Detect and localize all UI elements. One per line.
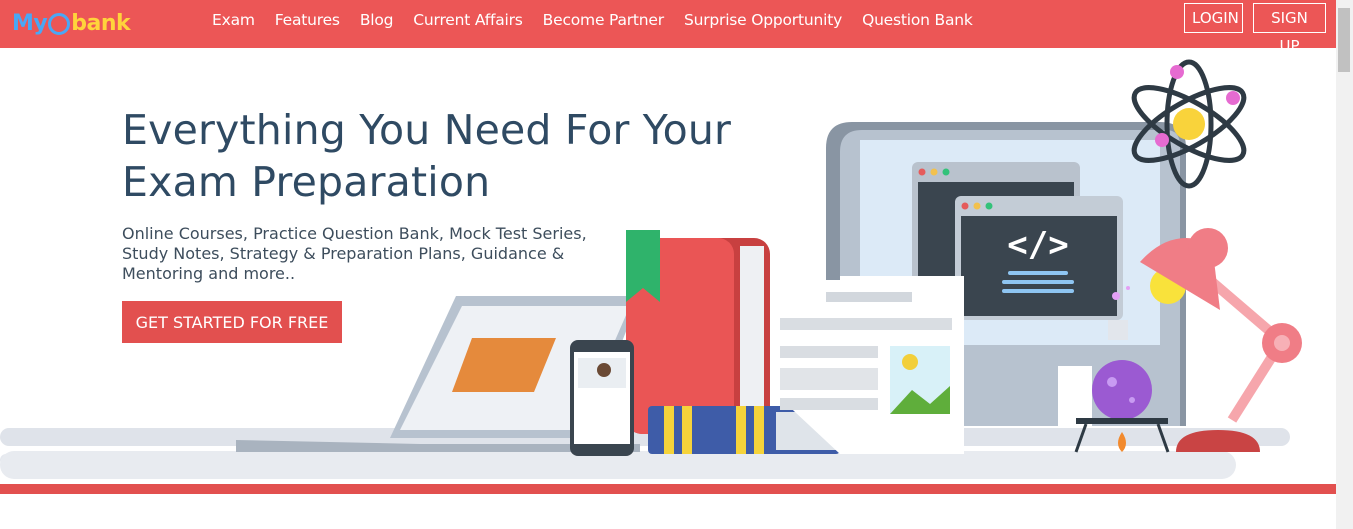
phone-icon: [570, 340, 634, 456]
top-navigation-bar: My bank Exam Features Blog Current Affai…: [0, 0, 1336, 55]
signup-button[interactable]: SIGN UP: [1253, 3, 1326, 55]
nav-link-become-partner[interactable]: Become Partner: [543, 11, 664, 29]
hero-illustration: </>: [0, 59, 1302, 479]
code-symbol: </>: [1007, 225, 1068, 265]
logo-text-bank: bank: [71, 10, 131, 36]
nav-link-blog[interactable]: Blog: [360, 11, 394, 29]
myqbank-logo[interactable]: My bank: [12, 6, 131, 40]
nav-link-current-affairs[interactable]: Current Affairs: [413, 11, 523, 29]
scrollbar-thumb[interactable]: [1338, 8, 1350, 72]
nav-link-surprise-opportunity[interactable]: Surprise Opportunity: [684, 11, 842, 29]
main-nav: Exam Features Blog Current Affairs Becom…: [212, 0, 993, 40]
nav-link-question-bank[interactable]: Question Bank: [862, 11, 973, 29]
logo-q-icon: [48, 13, 71, 35]
login-button[interactable]: LOGIN: [1184, 3, 1243, 33]
book-icon: [626, 230, 770, 434]
nav-link-exam[interactable]: Exam: [212, 11, 255, 29]
nav-link-features[interactable]: Features: [275, 11, 340, 29]
vertical-scrollbar[interactable]: [1336, 0, 1353, 529]
logo-text-my: My: [12, 10, 48, 36]
hero-bottom-divider: [0, 484, 1336, 494]
